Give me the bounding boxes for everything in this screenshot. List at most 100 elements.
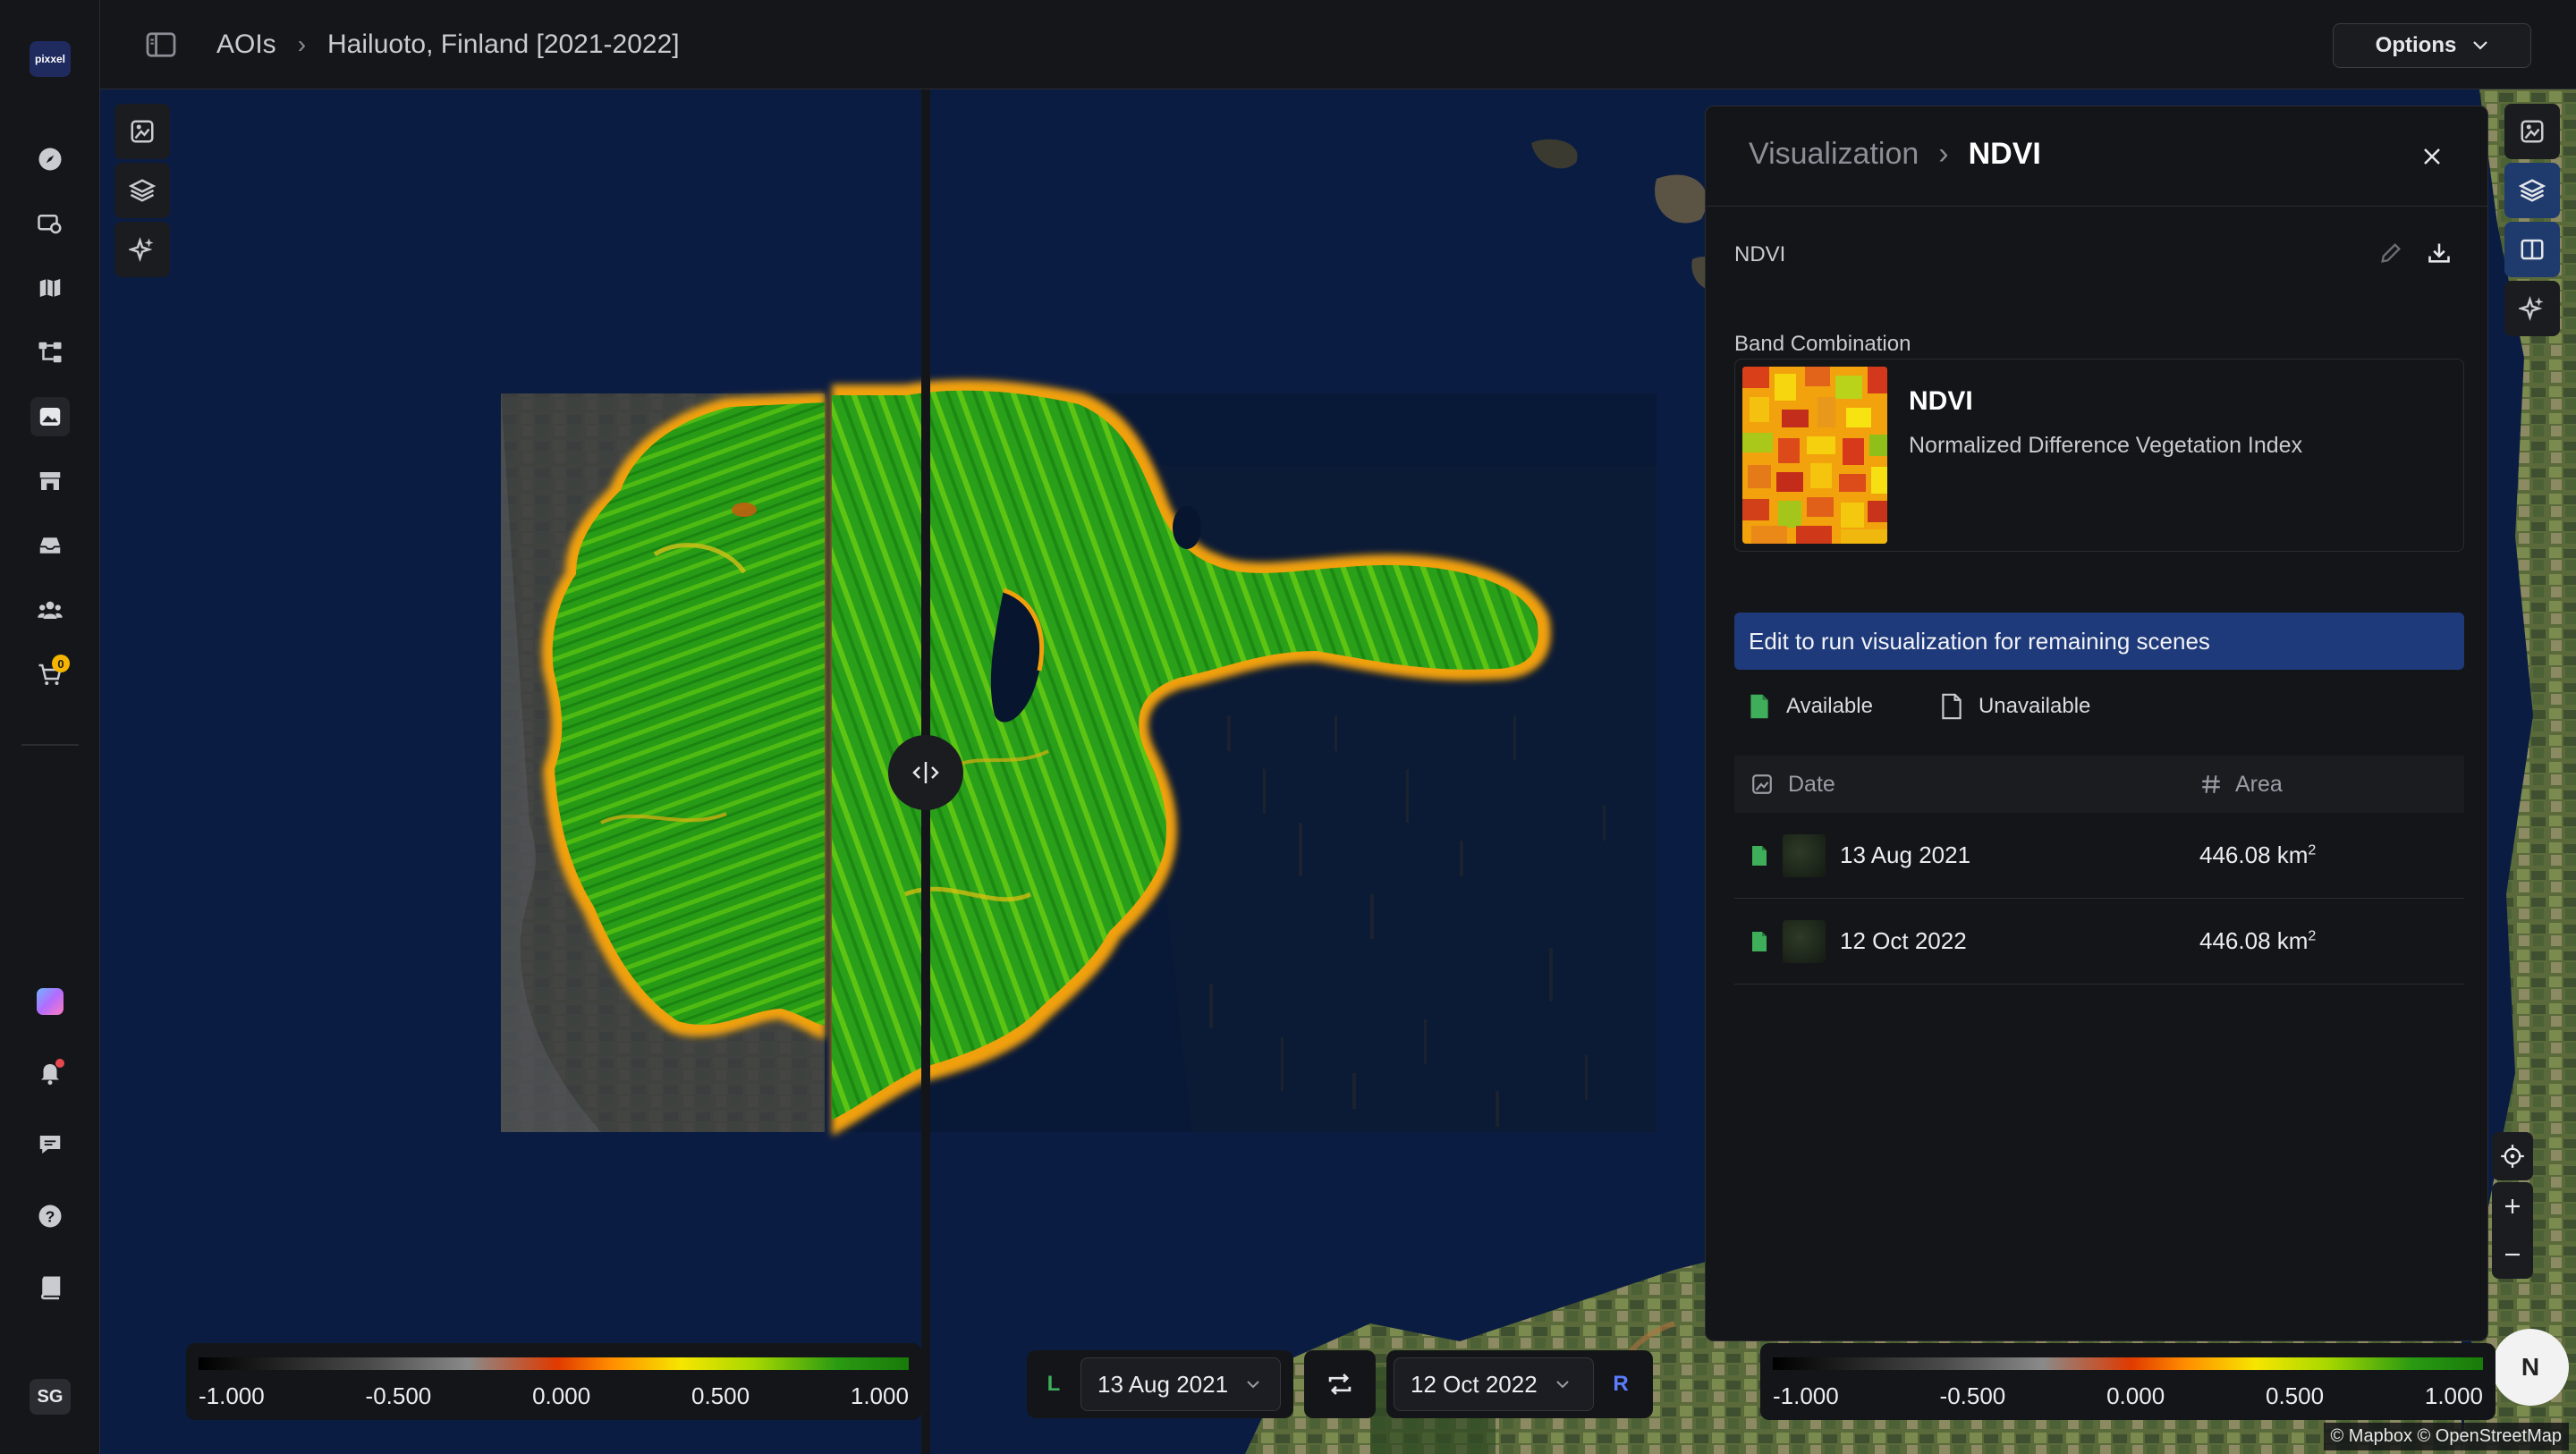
image-settings-icon: [131, 120, 154, 143]
legend-colorbar: [1773, 1357, 2483, 1370]
team-nav-button[interactable]: [30, 590, 70, 630]
visualization-name: NDVI: [1734, 242, 1786, 266]
legend-tick: -0.500: [365, 1382, 432, 1409]
swipe-handle[interactable]: [888, 735, 963, 810]
breadcrumb-aois-link[interactable]: AOIs: [216, 30, 276, 60]
left-imagery-tool[interactable]: [114, 104, 170, 159]
pixxel-logo[interactable]: pixxel: [30, 41, 71, 77]
apps-nav-button[interactable]: [30, 982, 70, 1021]
workflow-nav-button[interactable]: [30, 333, 70, 372]
image-settings-icon: [2521, 120, 2544, 143]
date-column-header[interactable]: Date: [1734, 772, 2199, 798]
right-map-toolbar: [2504, 104, 2560, 338]
row-date: 13 Aug 2021: [1840, 841, 1971, 868]
close-icon: [2424, 148, 2440, 165]
user-avatar[interactable]: SG: [30, 1379, 71, 1415]
right-ndvi-legend: -1.000 -0.500 0.000 0.500 1.000: [1760, 1343, 2496, 1420]
map-attribution[interactable]: © Mapbox © OpenStreetMap: [2323, 1423, 2569, 1450]
panel-header: Visualization › NDVI: [1706, 106, 2487, 207]
imagery-search-nav-button[interactable]: [30, 204, 70, 243]
chevron-down-icon: [1555, 1381, 1569, 1389]
inbox-nav-button[interactable]: [30, 526, 70, 565]
chevron-right-icon: ›: [1938, 137, 1949, 171]
band-combination-card[interactable]: NDVI Normalized Difference Vegetation In…: [1734, 359, 2464, 552]
legend-tick: -1.000: [199, 1382, 265, 1409]
split-view-icon: [2521, 239, 2544, 260]
area-column-label: Area: [2235, 771, 2283, 797]
chevron-right-icon: ›: [297, 30, 307, 58]
panel-crumb-current: NDVI: [1968, 137, 2041, 171]
chat-icon: [39, 1136, 61, 1154]
left-ndvi-legend: -1.000 -0.500 0.000 0.500 1.000: [186, 1343, 921, 1420]
sidebar-toggle-button[interactable]: [143, 27, 179, 63]
left-date-select[interactable]: 13 Aug 2021: [1080, 1357, 1281, 1411]
table-row[interactable]: 12 Oct 2022 446.08 km2: [1734, 899, 2464, 985]
legend-ticks: -1.000 -0.500 0.000 0.500 1.000: [1773, 1382, 2483, 1410]
zoom-in-button[interactable]: [2492, 1182, 2533, 1230]
breadcrumb-current: Hailuoto, Finland [2021-2022]: [327, 30, 680, 59]
inbox-icon: [39, 537, 61, 554]
left-date-group: L 13 Aug 2021: [1027, 1350, 1293, 1418]
options-button[interactable]: Options: [2333, 23, 2531, 68]
legend-tick: 0.500: [2265, 1382, 2325, 1409]
zoom-out-button[interactable]: [2492, 1230, 2533, 1279]
locate-button[interactable]: [2492, 1132, 2533, 1180]
sparkle-icon: [129, 237, 154, 262]
docs-nav-button[interactable]: [30, 1268, 70, 1307]
apps-gradient-icon: [37, 988, 64, 1015]
legend-tick: -1.000: [1773, 1382, 1839, 1409]
download-button[interactable]: [2427, 241, 2452, 270]
right-layers-tool[interactable]: [2504, 163, 2560, 218]
left-layers-tool[interactable]: [114, 163, 170, 218]
availability-legend: Available Unavailable: [1749, 693, 2090, 720]
cart-nav-button[interactable]: 0: [30, 655, 70, 694]
file-filled-icon: [1750, 694, 1768, 719]
row-area-cell: 446.08 km2: [2199, 927, 2316, 955]
legend-tick: 0.000: [532, 1382, 591, 1409]
map-nav-button[interactable]: [30, 268, 70, 308]
map-icon: [39, 279, 61, 297]
area-unit-exponent: 2: [2308, 928, 2317, 944]
unavailable-label: Unavailable: [1978, 694, 2091, 718]
left-ai-tool[interactable]: [114, 222, 170, 277]
edit-notice-banner[interactable]: Edit to run visualization for remaining …: [1734, 613, 2464, 670]
notifications-nav-button[interactable]: [30, 1053, 70, 1093]
legend-tick: 1.000: [2424, 1382, 2483, 1409]
feedback-nav-button[interactable]: [30, 1125, 70, 1164]
compass-control[interactable]: N: [2492, 1329, 2569, 1406]
band-description: Normalized Difference Vegetation Index: [1909, 433, 2303, 458]
swap-dates-button[interactable]: [1304, 1350, 1376, 1418]
right-imagery-tool[interactable]: [2504, 104, 2560, 159]
right-side-tag: R: [1613, 1372, 1629, 1396]
rail-divider: [21, 744, 79, 746]
right-date-select[interactable]: 12 Oct 2022: [1394, 1357, 1594, 1411]
store-nav-button[interactable]: [30, 461, 70, 501]
swap-icon: [1328, 1374, 1352, 1395]
pencil-icon: [2381, 243, 2401, 263]
legend-tick: -0.500: [1939, 1382, 2006, 1409]
panel-close-button[interactable]: [2416, 140, 2448, 173]
scenes-table: Date Area 13 Aug 2021 446.08 km2 12 Oct …: [1734, 756, 2464, 985]
band-name: NDVI: [1909, 386, 1973, 416]
available-label: Available: [1786, 694, 1873, 718]
drag-horizontal-icon: [912, 762, 939, 783]
store-icon: [39, 472, 61, 490]
explore-nav-button[interactable]: [30, 139, 70, 179]
locate-control[interactable]: [2492, 1132, 2533, 1180]
row-area: 446.08 km: [2199, 927, 2309, 954]
panel-crumb-visualization[interactable]: Visualization: [1749, 137, 1919, 172]
image-search-icon: [38, 215, 62, 234]
file-filled-icon: [1752, 845, 1767, 866]
right-date-group: 12 Oct 2022 R: [1386, 1350, 1653, 1418]
row-date-cell: 13 Aug 2021: [1734, 833, 2199, 877]
area-column-header[interactable]: Area: [2199, 772, 2283, 798]
band-combination-label: Band Combination: [1734, 332, 1911, 356]
help-nav-button[interactable]: ?: [30, 1196, 70, 1236]
aoi-gallery-nav-button[interactable]: [30, 397, 70, 436]
legend-tick: 0.500: [691, 1382, 750, 1409]
split-view-tool[interactable]: [2504, 222, 2560, 277]
svg-text:?: ?: [46, 1207, 55, 1225]
table-row[interactable]: 13 Aug 2021 446.08 km2: [1734, 813, 2464, 899]
edit-visualization-button[interactable]: [2378, 241, 2403, 270]
right-ai-tool[interactable]: [2504, 281, 2560, 336]
